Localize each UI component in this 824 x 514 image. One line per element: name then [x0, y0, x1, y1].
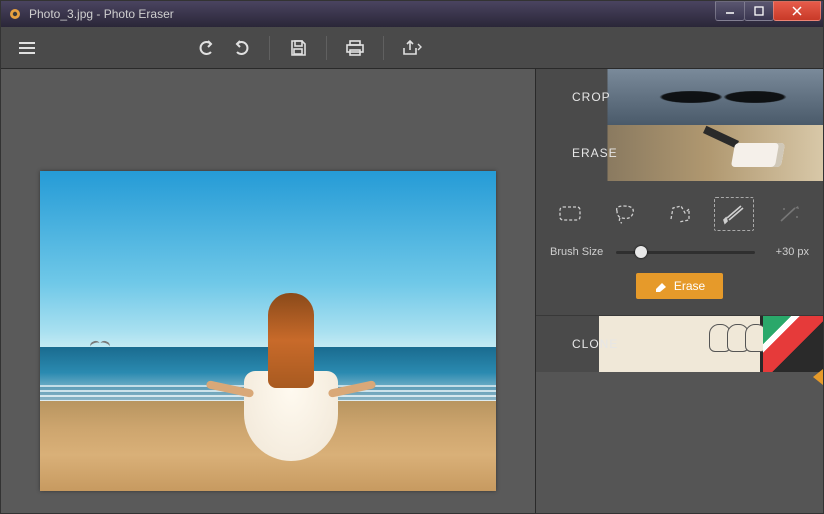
share-button[interactable] — [398, 34, 426, 62]
side-empty — [536, 372, 823, 513]
side-panel: CROP ERASE — [535, 69, 823, 513]
separator — [326, 36, 327, 60]
brush-select-tool[interactable] — [714, 197, 754, 231]
photo-subject — [236, 293, 346, 483]
brush-size-label: Brush Size — [550, 246, 606, 258]
separator — [383, 36, 384, 60]
panel-erase-header[interactable]: ERASE — [536, 125, 823, 181]
title-bar: Photo_3.jpg - Photo Eraser — [1, 1, 823, 27]
save-button[interactable] — [284, 34, 312, 62]
panel-crop-header[interactable]: CROP — [536, 69, 823, 125]
app-window: Photo_3.jpg - Photo Eraser — [0, 0, 824, 514]
panel-clone-label: CLONE — [572, 337, 618, 351]
brush-size-value: +30 px — [765, 246, 809, 258]
panel-erase-body: Brush Size +30 px Erase — [536, 181, 823, 316]
window-controls — [716, 1, 821, 21]
menu-button[interactable] — [13, 34, 41, 62]
window-title: Photo_3.jpg - Photo Eraser — [29, 7, 716, 21]
print-button[interactable] — [341, 34, 369, 62]
erase-button-label: Erase — [674, 279, 705, 293]
minimize-button[interactable] — [715, 1, 745, 21]
main-area: CROP ERASE — [1, 69, 823, 513]
erase-button[interactable]: Erase — [636, 273, 723, 299]
photo-bird — [90, 341, 110, 353]
eraser-icon — [654, 280, 668, 292]
photo-canvas[interactable] — [40, 171, 496, 491]
close-button[interactable] — [773, 1, 821, 21]
selection-tools — [550, 197, 809, 231]
polygon-select-tool[interactable] — [660, 197, 700, 231]
lasso-select-tool[interactable] — [605, 197, 645, 231]
app-icon — [7, 6, 23, 22]
maximize-button[interactable] — [744, 1, 774, 21]
panel-clone-header[interactable]: CLONE — [536, 316, 823, 372]
redo-button[interactable] — [227, 34, 255, 62]
brush-size-slider[interactable] — [616, 245, 755, 259]
brush-size-row: Brush Size +30 px — [550, 245, 809, 259]
canvas-area — [1, 69, 535, 513]
magic-erase-tool[interactable] — [769, 197, 809, 231]
toolbar — [1, 27, 823, 69]
panel-erase-label: ERASE — [572, 146, 618, 160]
collapse-handle[interactable] — [813, 369, 823, 385]
undo-button[interactable] — [193, 34, 221, 62]
separator — [269, 36, 270, 60]
rect-select-tool[interactable] — [550, 197, 590, 231]
panel-crop-label: CROP — [572, 90, 611, 104]
